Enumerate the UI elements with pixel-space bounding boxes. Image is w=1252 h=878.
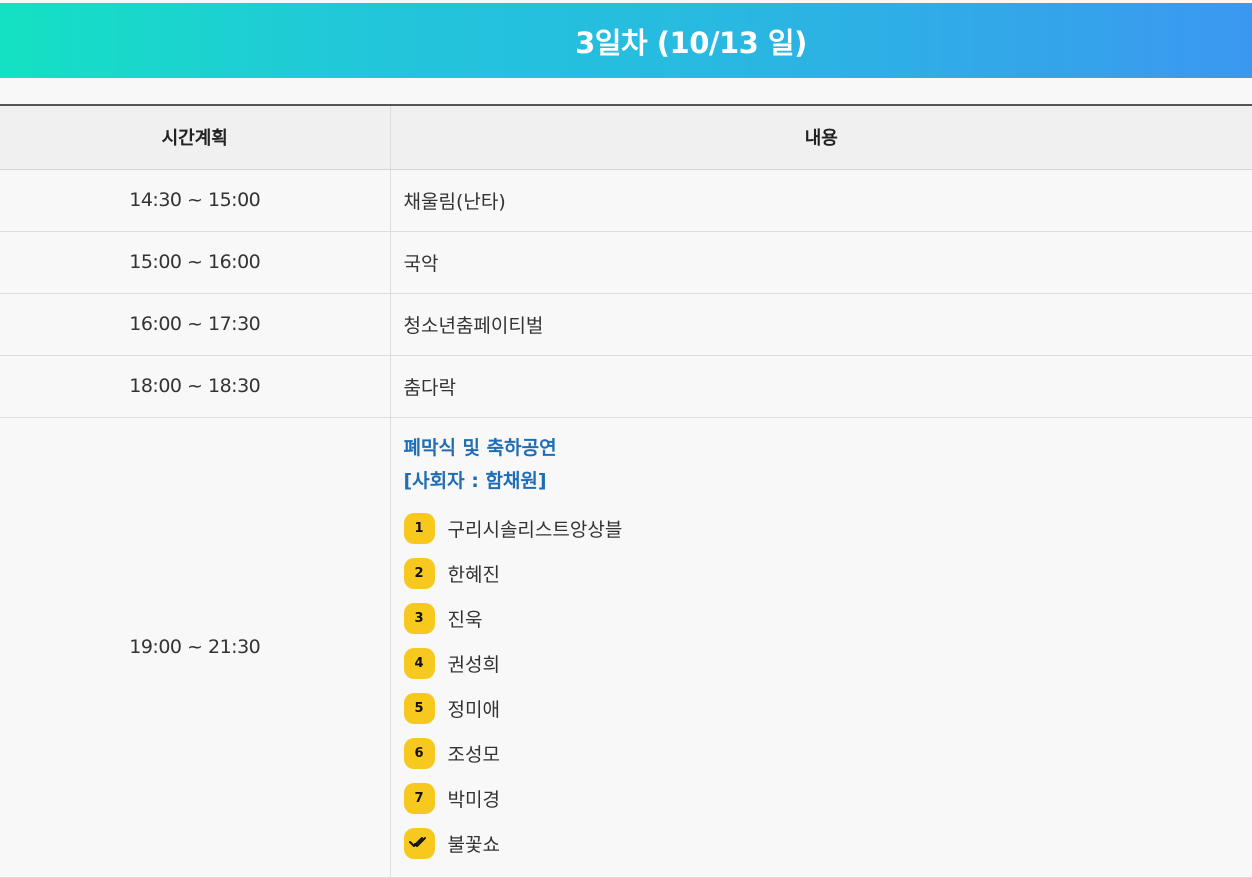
table-row: 15:00 ~ 16:00 국악 — [0, 231, 1252, 293]
day-title: 3일차 (10/13 일) — [575, 20, 807, 62]
closing-ceremony-row: 19:00 ~ 21:30 폐막식 및 축하공연 [사회자 : 함채원] 1 구… — [0, 417, 1252, 877]
table-row: 18:00 ~ 18:30 춤다락 — [0, 355, 1252, 417]
number-badge: 4 — [404, 648, 435, 679]
closing-ceremony-cell: 폐막식 및 축하공연 [사회자 : 함채원] 1 구리시솔리스트앙상블 2 한혜… — [390, 417, 1252, 877]
list-item: 5 정미애 — [404, 686, 1252, 731]
table-row: 14:30 ~ 15:00 채울림(난타) — [0, 169, 1252, 231]
schedule-table: 시간계획 내용 14:30 ~ 15:00 채울림(난타) 15:00 ~ 16… — [0, 104, 1252, 878]
time-cell: 16:00 ~ 17:30 — [0, 293, 390, 355]
content-cell: 국악 — [390, 231, 1252, 293]
list-item: 4 권성희 — [404, 641, 1252, 686]
performer-name: 정미애 — [448, 695, 500, 722]
finale-name: 불꽃쇼 — [448, 830, 500, 857]
double-check-icon — [404, 828, 435, 859]
performer-name: 조성모 — [448, 740, 500, 767]
content-cell: 채울림(난타) — [390, 169, 1252, 231]
table-row: 16:00 ~ 17:30 청소년춤페이티벌 — [0, 293, 1252, 355]
performer-name: 진욱 — [448, 605, 483, 632]
day-banner: 3일차 (10/13 일) — [0, 3, 1252, 78]
time-cell: 14:30 ~ 15:00 — [0, 169, 390, 231]
time-cell: 18:00 ~ 18:30 — [0, 355, 390, 417]
host-label: [사회자 : 함채원] — [404, 465, 1252, 498]
number-badge: 7 — [404, 783, 435, 814]
content-column-header: 내용 — [390, 105, 1252, 169]
content-cell: 춤다락 — [390, 355, 1252, 417]
closing-ceremony-title: 폐막식 및 축하공연 — [404, 432, 1252, 465]
time-column-header: 시간계획 — [0, 105, 390, 169]
performer-name: 한혜진 — [448, 560, 500, 587]
time-cell: 15:00 ~ 16:00 — [0, 231, 390, 293]
number-badge: 5 — [404, 693, 435, 724]
performer-name: 구리시솔리스트앙상블 — [448, 515, 623, 542]
number-badge: 6 — [404, 738, 435, 769]
list-item: 6 조성모 — [404, 731, 1252, 776]
table-header-row: 시간계획 내용 — [0, 105, 1252, 169]
content-cell: 청소년춤페이티벌 — [390, 293, 1252, 355]
number-badge: 3 — [404, 603, 435, 634]
performer-list: 1 구리시솔리스트앙상블 2 한혜진 3 진욱 4 권성희 — [404, 506, 1252, 866]
time-cell: 19:00 ~ 21:30 — [0, 417, 390, 877]
list-item: 1 구리시솔리스트앙상블 — [404, 506, 1252, 551]
number-badge: 2 — [404, 558, 435, 589]
performer-name: 박미경 — [448, 785, 500, 812]
list-item: 불꽃쇼 — [404, 821, 1252, 866]
list-item: 3 진욱 — [404, 596, 1252, 641]
performer-name: 권성희 — [448, 650, 500, 677]
list-item: 2 한혜진 — [404, 551, 1252, 596]
list-item: 7 박미경 — [404, 776, 1252, 821]
number-badge: 1 — [404, 513, 435, 544]
